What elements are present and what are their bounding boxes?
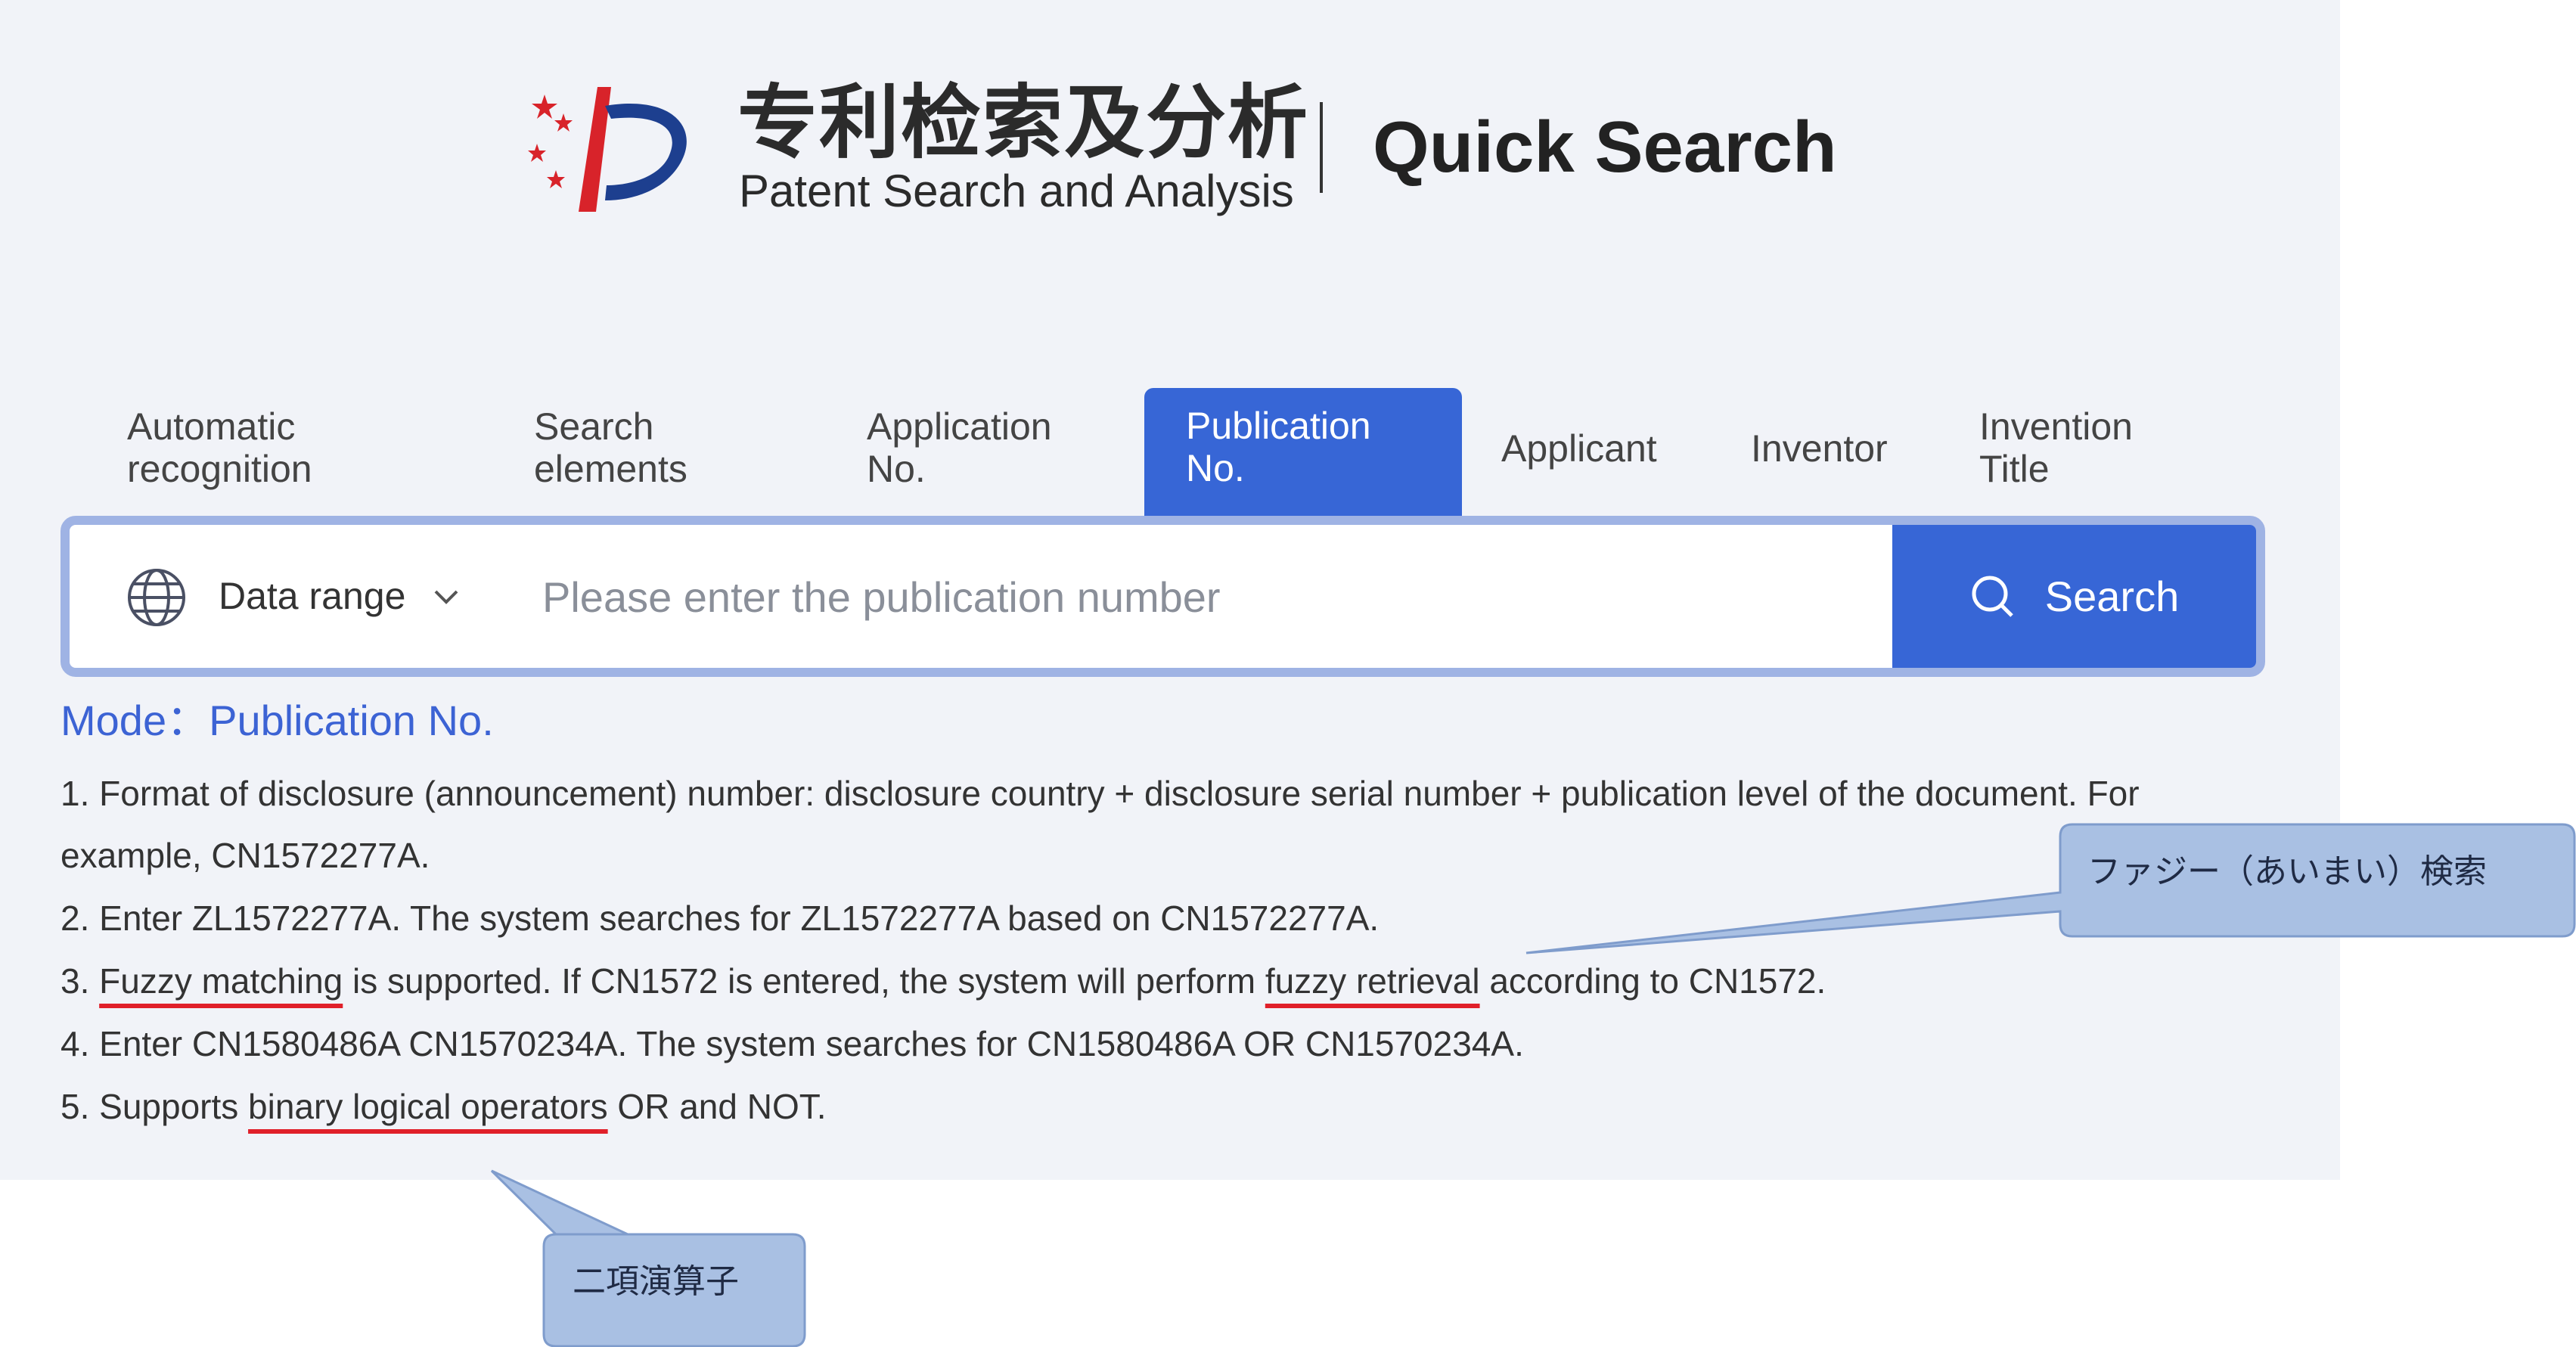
publication-number-input[interactable]: [542, 555, 1904, 638]
mode-label: Mode: [61, 697, 167, 744]
instruction-line-5: 5. Supports binary logical operators OR …: [61, 1086, 827, 1127]
instruction-3-suffix: according to CN1572.: [1479, 961, 1826, 1001]
search-icon: [1972, 576, 2013, 617]
search-panel: 专利检索及分析 Patent Search and Analysis Quick…: [0, 0, 2340, 1180]
page-title: Quick Search: [1373, 107, 1837, 188]
callout-binary-shape: [490, 1169, 806, 1347]
header-divider: [1320, 102, 1323, 193]
search-bar: Data range Search: [61, 516, 2265, 677]
instruction-line-2: 2. Enter ZL1572277A. The system searches…: [61, 899, 1380, 938]
tab-applicant[interactable]: Applicant: [1501, 427, 1657, 470]
callout-fuzzy-search-text: ファジー（あいまい）検索: [2087, 852, 2487, 891]
mode-colon: ：: [166, 697, 209, 744]
underlined-fuzzy-retrieval: fuzzy retrieval: [1265, 961, 1480, 1001]
underlined-binary-operators: binary logical operators: [248, 1087, 608, 1126]
instruction-line-3: 3. Fuzzy matching is supported. If CN157…: [61, 961, 1826, 1001]
instruction-3-prefix: 3.: [61, 961, 100, 1001]
logo-chinese-title: 专利检索及分析: [737, 76, 1309, 169]
mode-indicator: Mode：Publication No.: [61, 696, 494, 746]
data-range-dropdown[interactable]: Data range: [219, 572, 405, 620]
instruction-line-4: 4. Enter CN1580486A CN1570234A. The syst…: [61, 1024, 1524, 1063]
tab-publication-no[interactable]: Publication No.: [1144, 388, 1462, 517]
instruction-line-1-cont: example, CN1572277A.: [61, 836, 430, 875]
logo-english-subtitle: Patent Search and Analysis: [739, 166, 1294, 216]
instruction-5-prefix: 5. Supports: [61, 1087, 249, 1126]
tab-invention-title[interactable]: Invention Title: [1979, 405, 2133, 490]
instruction-5-suffix: OR and NOT.: [607, 1087, 827, 1126]
tab-automatic-recognition[interactable]: Automatic recognition: [127, 405, 312, 490]
tab-application-no[interactable]: Application No.: [867, 405, 1052, 490]
chevron-down-icon[interactable]: [433, 585, 460, 608]
instruction-3-middle: is supported. If CN1572 is entered, the …: [343, 961, 1265, 1001]
instruction-line-1: 1. Format of disclosure (announcement) n…: [61, 774, 2140, 813]
cnipa-logo-icon: [528, 87, 687, 212]
tab-inventor[interactable]: Inventor: [1751, 427, 1888, 470]
mode-value: Publication No.: [209, 697, 494, 744]
callout-binary-operator-text: 二項演算子: [573, 1262, 739, 1301]
tab-search-elements[interactable]: Search elements: [534, 405, 687, 490]
globe-icon[interactable]: [126, 567, 187, 628]
underlined-fuzzy-matching: Fuzzy matching: [99, 961, 343, 1001]
search-button[interactable]: Search: [1892, 525, 2256, 668]
search-button-label: Search: [2044, 573, 2180, 620]
